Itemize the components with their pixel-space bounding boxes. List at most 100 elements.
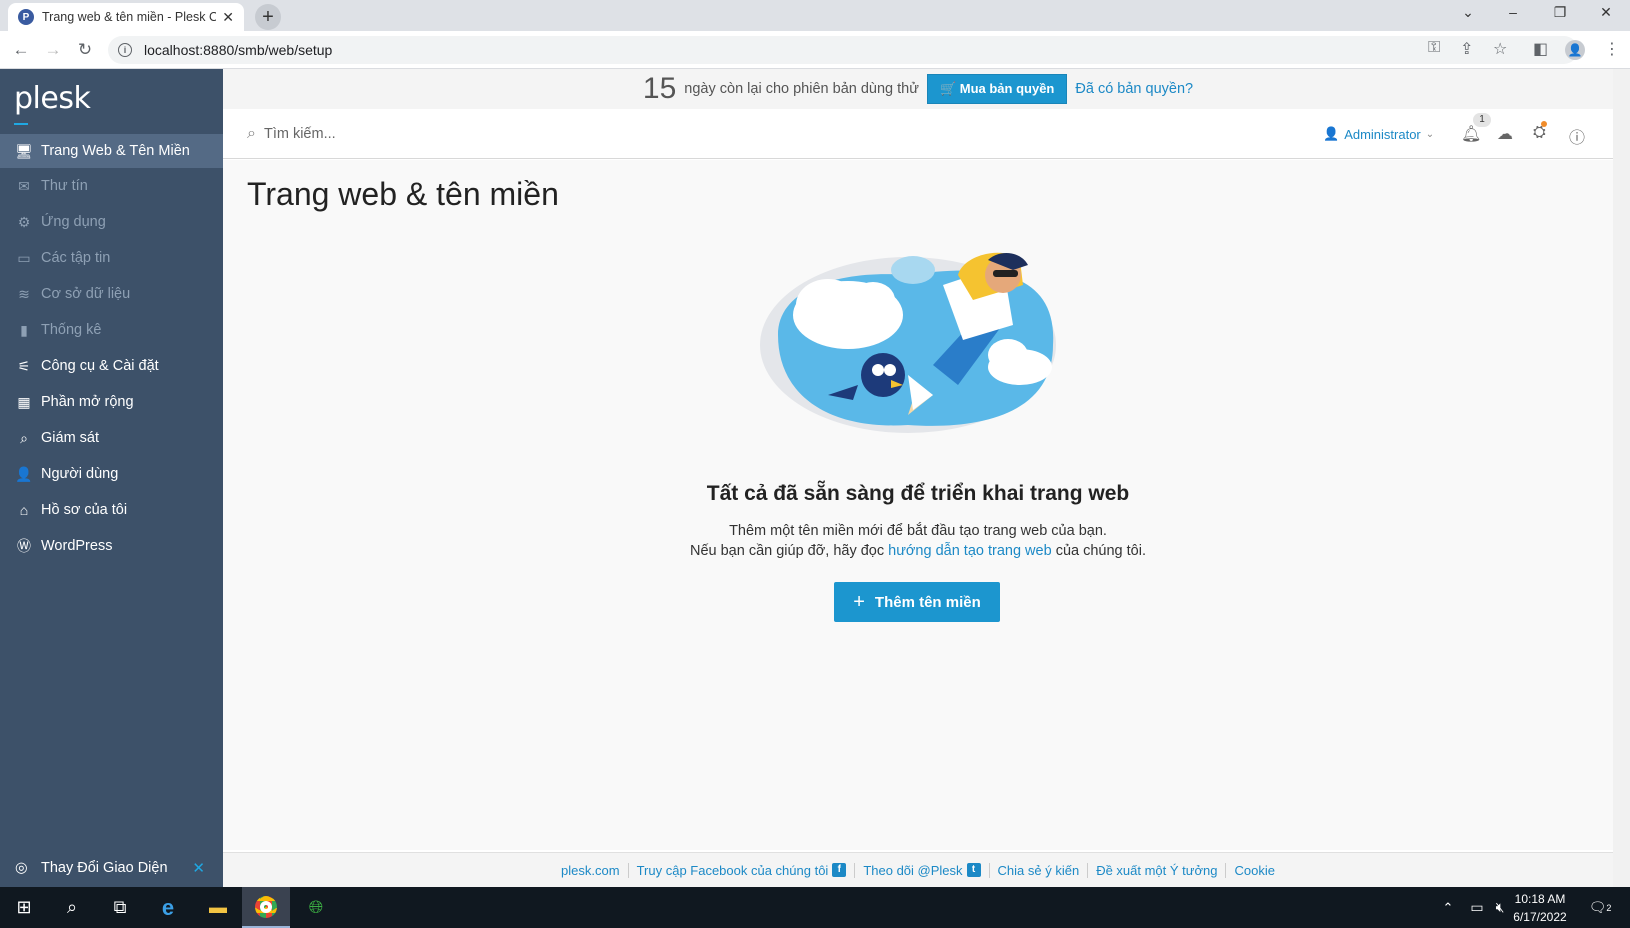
sidebar-item-extensions[interactable]: ▦ Phần mở rộng: [0, 385, 223, 419]
twitter-icon: t: [966, 863, 981, 877]
ie-taskbar-button[interactable]: e: [144, 887, 192, 928]
browser-tabstrip: P Trang web & tên miền - Plesk Ob ✕ + ⌄ …: [0, 0, 1630, 31]
plesk-favicon-icon: P: [18, 9, 34, 25]
footer-link-feedback[interactable]: Chia sẻ ý kiến: [988, 862, 1088, 878]
gear-icon: ⚙: [17, 213, 31, 230]
star-icon[interactable]: ☆: [1493, 39, 1507, 59]
help-text-post: của chúng tôi.: [1051, 543, 1146, 559]
sidebar-item-wordpress[interactable]: Ⓦ WordPress: [0, 529, 223, 563]
sidebar-item-applications[interactable]: ⚙ Ứng dụng: [0, 205, 223, 239]
search-input[interactable]: Tìm kiếm...: [264, 126, 336, 142]
restore-button[interactable]: ❐: [1550, 4, 1570, 21]
main-content: Trang web & tên miền Tất cả đã sẵn sàng …: [223, 160, 1613, 850]
trial-banner: 15 ngày còn lại cho phiên bản dùng thử 🛒…: [223, 69, 1613, 109]
help-icon[interactable]: ⓘ: [1569, 124, 1585, 148]
user-menu[interactable]: 👤 Administrator ⌄: [1323, 126, 1434, 142]
cart-icon: 🛒: [939, 81, 960, 96]
website-guide-link[interactable]: hướng dẫn tạo trang web: [888, 543, 1052, 559]
footer-link-facebook[interactable]: Truy cập Facebook của chúng tôi f: [627, 862, 855, 878]
sidebar-item-label: WordPress: [41, 538, 113, 554]
facebook-label: Truy cập Facebook của chúng tôi: [636, 862, 829, 878]
footer-link-plesk[interactable]: plesk.com: [553, 863, 628, 878]
user-name: Administrator: [1344, 126, 1421, 142]
layers-icon: ≋: [18, 285, 30, 302]
twitter-label: Theo dõi @Plesk: [863, 862, 963, 878]
sidebar-item-label: Các tập tin: [41, 250, 111, 266]
footer-link-cookie[interactable]: Cookie: [1225, 862, 1282, 878]
file-explorer-button[interactable]: ▬: [194, 887, 242, 928]
buy-license-button[interactable]: 🛒 Mua bản quyền: [926, 74, 1068, 104]
side-panel-icon[interactable]: ◧: [1533, 39, 1548, 59]
cloud-icon[interactable]: ☁: [1497, 124, 1513, 144]
profile-icon[interactable]: 👤: [1565, 40, 1585, 60]
clock-date: 6/17/2022: [1513, 910, 1567, 924]
sidebar-item-files[interactable]: ▭ Các tập tin: [0, 241, 223, 275]
sidebar-item-monitoring[interactable]: ⌕ Giám sát: [0, 421, 223, 455]
search-icon: ⌕: [247, 125, 256, 142]
network-icon[interactable]: ▭: [1465, 887, 1489, 928]
plesk-logo[interactable]: plesk: [14, 81, 91, 125]
extensions-icon: ▦: [17, 393, 31, 410]
info-icon[interactable]: i: [118, 43, 132, 57]
compass-icon: ◎: [15, 860, 28, 876]
address-bar-row: ← → ↻ i localhost:8880/smb/web/setup ⚿ ⇪…: [0, 31, 1630, 69]
trial-text: ngày còn lại cho phiên bản dùng thử: [684, 81, 919, 97]
rocket-person-illustration: [760, 252, 1056, 433]
top-bar: ⌕ Tìm kiếm... 👤 Administrator ⌄ 1 🔔︎ ☁ ⛭…: [223, 109, 1613, 159]
search-box[interactable]: ⌕ Tìm kiếm...: [247, 125, 336, 143]
sidebar-item-tools-settings[interactable]: ⚟ Công cụ & Cài đặt: [0, 349, 223, 383]
key-icon[interactable]: ⚿: [1428, 39, 1440, 57]
bell-icon[interactable]: 🔔︎: [1461, 124, 1481, 144]
new-tab-button[interactable]: +: [255, 4, 281, 30]
action-center-icon[interactable]: 🗨︎ 2: [1585, 887, 1615, 928]
chrome-taskbar-button[interactable]: [242, 887, 290, 928]
globe-icon: 🌐︎: [308, 897, 324, 917]
plus-icon: +: [853, 590, 865, 613]
sidebar-item-statistics[interactable]: ▮ Thống kê: [0, 313, 223, 347]
sidebar-item-label: Người dùng: [41, 466, 119, 482]
user-icon: 👤: [15, 465, 33, 482]
sidebar-item-my-profile[interactable]: ⌂ Hồ sơ của tôi: [0, 493, 223, 527]
chevron-down-icon: ⌄: [1425, 128, 1435, 140]
minimize-button[interactable]: –: [1503, 4, 1523, 20]
reload-icon[interactable]: ↻: [74, 40, 96, 60]
sidebar-item-databases[interactable]: ≋ Cơ sở dữ liệu: [0, 277, 223, 311]
show-hidden-icons-icon[interactable]: ⌃: [1438, 887, 1458, 928]
close-tab-icon[interactable]: ✕: [222, 9, 234, 26]
facebook-icon: f: [832, 863, 847, 877]
footer-link-twitter[interactable]: Theo dõi @Plesk t: [854, 862, 988, 878]
share-icon[interactable]: ⇪: [1460, 39, 1473, 59]
url-text: localhost:8880/smb/web/setup: [144, 42, 333, 58]
folder-icon: ▭: [17, 249, 31, 266]
profile-card-icon: ⌂: [19, 502, 29, 518]
forward-icon[interactable]: →: [42, 40, 64, 60]
sidebar-item-mail[interactable]: ✉ Thư tín: [0, 169, 223, 203]
page-title: Trang web & tên miền: [247, 176, 559, 212]
search-taskbar-button[interactable]: ⌕: [48, 887, 96, 928]
system-clock[interactable]: 10:18 AM 6/17/2022: [1505, 890, 1575, 926]
start-button[interactable]: ⊞: [0, 887, 48, 928]
task-view-button[interactable]: ⧉: [96, 887, 144, 928]
add-domain-button[interactable]: + Thêm tên miền: [834, 582, 1000, 622]
change-theme-item[interactable]: ◎ Thay Đổi Giao Diện ✕: [0, 849, 223, 887]
sidebar-item-label: Giám sát: [41, 430, 100, 446]
windows-taskbar: ⊞ ⌕ ⧉ e ▬ 🌐︎ ⌃ ▭ 🔇︎ 10:18 AM 6/17/2022 🗨︎…: [0, 887, 1630, 928]
search-icon: ⌕: [66, 897, 78, 917]
sidebar-item-users[interactable]: 👤 Người dùng: [0, 457, 223, 491]
sidebar-item-label: Hồ sơ của tôi: [41, 502, 128, 518]
globe-app-button[interactable]: 🌐︎: [292, 887, 340, 928]
browser-tab[interactable]: P Trang web & tên miền - Plesk Ob ✕: [8, 3, 244, 31]
back-icon[interactable]: ←: [10, 40, 32, 60]
chevron-down-icon[interactable]: ⌄: [1458, 4, 1478, 21]
url-bar[interactable]: i localhost:8880/smb/web/setup: [108, 36, 1578, 64]
have-license-link[interactable]: Đã có bản quyền?: [1075, 81, 1193, 97]
search-chart-icon: ⌕: [20, 429, 28, 446]
close-window-button[interactable]: ✕: [1596, 4, 1616, 21]
page-scrollbar[interactable]: [1613, 69, 1630, 887]
buy-license-label: Mua bản quyền: [959, 81, 1055, 96]
sliders-icon: ⚟: [17, 357, 31, 374]
footer-link-idea[interactable]: Đề xuất một Ý tưởng: [1087, 862, 1225, 878]
close-icon[interactable]: ✕: [192, 859, 205, 877]
sidebar-item-websites[interactable]: 🖥 Trang Web & Tên Miền: [0, 134, 223, 168]
menu-icon[interactable]: ⋮: [1604, 39, 1620, 59]
